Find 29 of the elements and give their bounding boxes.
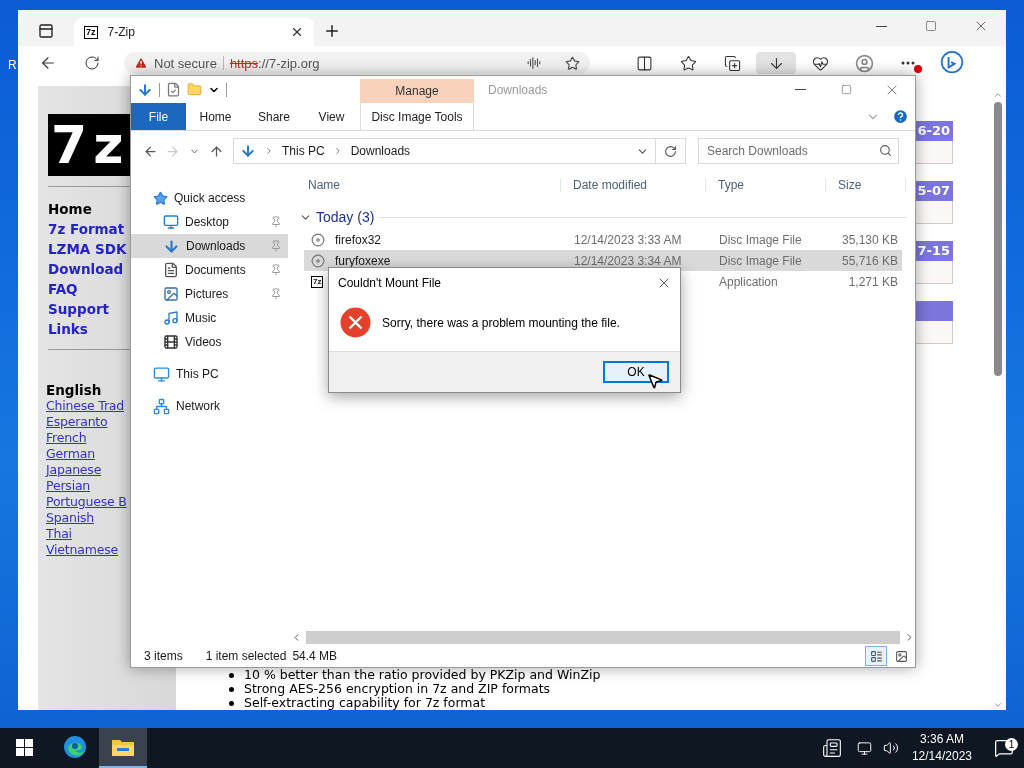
notification-count: 1: [1005, 738, 1018, 751]
size-cell-text: 1,271 KB: [847, 274, 899, 289]
file-name: firefox32: [334, 232, 383, 247]
date-cell-text: 12/14/2023 3:33 AM: [573, 232, 683, 247]
window-title: Downloads: [488, 82, 548, 97]
favicon: 7z: [84, 25, 98, 39]
file-name: furyfoxexe: [334, 253, 392, 268]
context-tab-header: Manage: [360, 79, 474, 103]
desktop-icon-label: R: [8, 58, 17, 72]
selection-count: 1 item selected: [205, 649, 287, 663]
language-heading: English: [46, 382, 102, 398]
type-cell-text: Disc Image File: [718, 253, 803, 268]
selection-size: 54.4 MB: [292, 649, 338, 663]
app-icon: 7z: [311, 275, 324, 288]
url-text: https://7-zip.org: [229, 55, 320, 71]
feature-text: Self-extracting capability for 7z format: [244, 696, 486, 710]
type-cell-text: Application: [718, 274, 779, 289]
dialog-title: Couldn't Mount File: [338, 276, 442, 290]
dialog-message: Sorry, there was a problem mounting the file.: [382, 315, 620, 330]
item-count: 3 items: [144, 649, 183, 663]
size-cell-text: 55,716 KB: [840, 253, 899, 268]
tab-title: 7-Zip: [107, 25, 136, 39]
date-cell-text: 12/14/2023 3:34 AM: [573, 253, 683, 268]
security-label: Not secure: [154, 55, 217, 71]
feature-text: 10 % better than the ratio provided by PKZip and WinZip: [244, 668, 601, 682]
group-header: Today (3): [316, 209, 375, 225]
feature-text: Strong AES-256 encryption in 7z and ZIP formats: [244, 682, 551, 696]
size-cell-text: 35,130 KB: [840, 232, 899, 247]
type-cell-text: Disc Image File: [718, 232, 803, 247]
